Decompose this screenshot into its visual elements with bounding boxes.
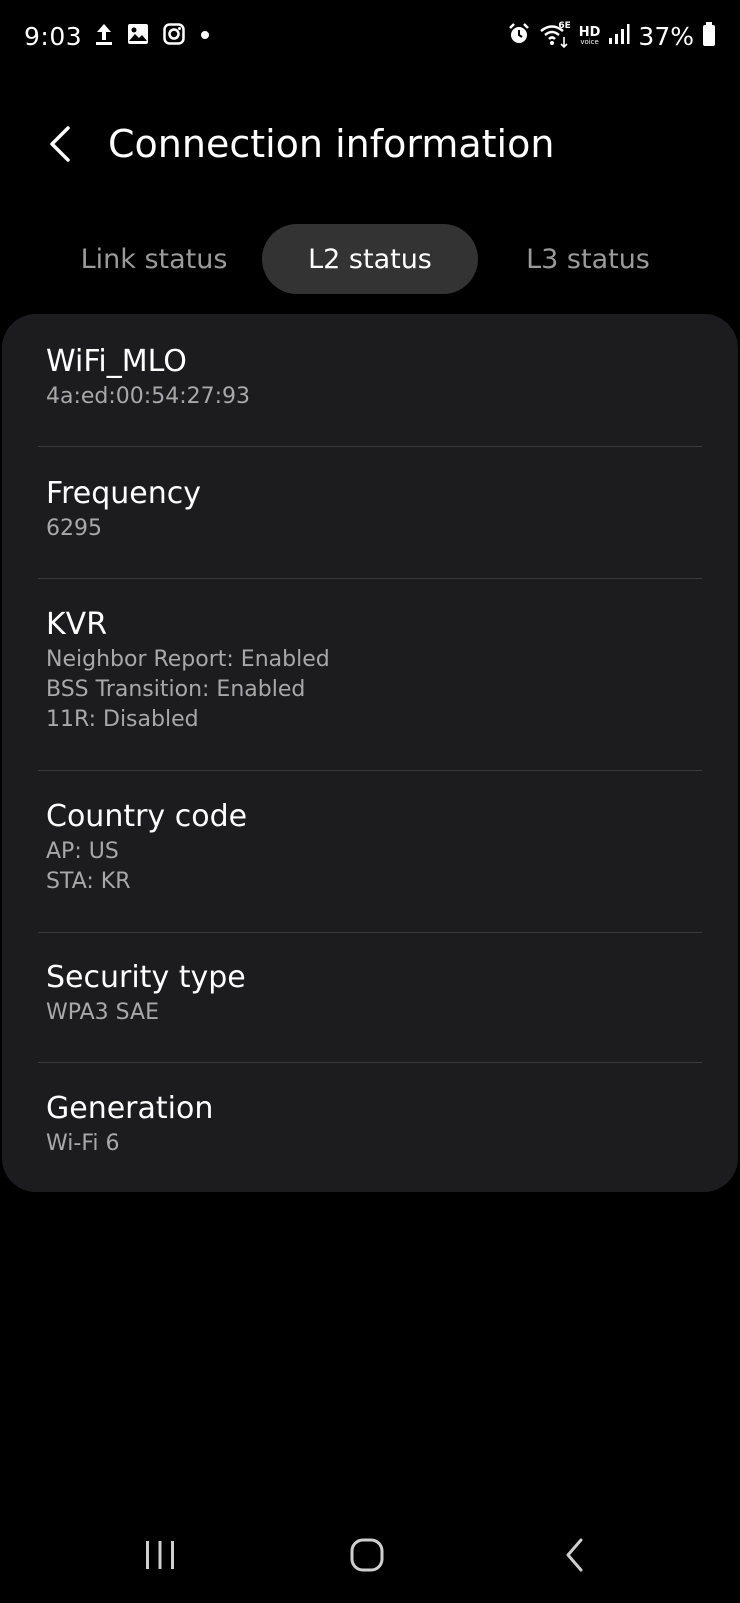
- back-button[interactable]: [36, 120, 84, 168]
- tab-link-status[interactable]: Link status: [44, 224, 264, 294]
- status-bar: 9:03 6E HD voice 37%: [0, 0, 740, 70]
- divider: [38, 578, 702, 579]
- tab-label: L3 status: [526, 243, 650, 275]
- page-title: Connection information: [108, 122, 555, 166]
- detail-title: KVR: [46, 607, 108, 642]
- back-icon: [566, 1538, 583, 1572]
- detail-row-generation: Generation Wi-Fi 6: [38, 1089, 702, 1159]
- instagram-icon: [162, 22, 186, 50]
- detail-title: WiFi_MLO: [46, 344, 187, 379]
- status-right: 6E HD voice 37%: [507, 18, 716, 54]
- status-time: 9:03: [24, 21, 83, 51]
- dot-icon: [198, 27, 212, 46]
- tab-label: L2 status: [308, 243, 432, 275]
- tab-l3-status[interactable]: L3 status: [478, 224, 698, 294]
- detail-title: Generation: [46, 1091, 214, 1126]
- divider: [38, 932, 702, 933]
- detail-value: BSS Transition: Enabled: [46, 677, 306, 702]
- detail-title: Security type: [46, 960, 246, 995]
- detail-value: 4a:ed:00:54:27:93: [46, 384, 251, 409]
- upload-icon: [94, 22, 114, 50]
- detail-title: Frequency: [46, 476, 201, 511]
- tab-label: Link status: [80, 243, 228, 275]
- detail-row-frequency: Frequency 6295: [38, 474, 702, 544]
- detail-value: 11R: Disabled: [46, 707, 199, 732]
- status-left: 9:03: [24, 18, 212, 54]
- header: Connection information: [0, 100, 740, 190]
- chevron-left-icon: [50, 126, 70, 162]
- detail-value: AP: US: [46, 839, 119, 864]
- detail-value: 6295: [46, 516, 102, 541]
- gallery-icon: [126, 22, 150, 50]
- voice-label: voice: [580, 38, 599, 46]
- signal-icon: [608, 22, 630, 50]
- home-icon: [350, 1538, 384, 1572]
- detail-value: STA: KR: [46, 869, 131, 894]
- battery-percent: 37%: [638, 21, 694, 51]
- battery-icon: [702, 21, 716, 51]
- divider: [38, 446, 702, 447]
- detail-row-security-type: Security type WPA3 SAE: [38, 958, 702, 1028]
- detail-value: Neighbor Report: Enabled: [46, 647, 330, 672]
- detail-title: Country code: [46, 799, 248, 834]
- home-button[interactable]: [337, 1530, 397, 1580]
- detail-row-country-code: Country code AP: US STA: KR: [38, 797, 702, 897]
- hd-voice-icon: HD voice: [579, 26, 601, 46]
- details-card: WiFi_MLO 4a:ed:00:54:27:93 Frequency 629…: [2, 314, 738, 1192]
- recents-button[interactable]: [130, 1530, 190, 1580]
- wifi-badge: 6E: [558, 21, 571, 31]
- tab-l2-status[interactable]: L2 status: [262, 224, 478, 294]
- detail-row-wifi-mlo: WiFi_MLO 4a:ed:00:54:27:93: [38, 342, 702, 412]
- detail-value: Wi-Fi 6: [46, 1131, 120, 1156]
- wifi-icon: 6E: [539, 21, 571, 49]
- recents-icon: [146, 1541, 174, 1569]
- tab-bar: Link status L2 status L3 status: [0, 224, 740, 294]
- divider: [38, 770, 702, 771]
- nav-back-button[interactable]: [545, 1530, 605, 1580]
- detail-value: WPA3 SAE: [46, 1000, 159, 1025]
- alarm-icon: [507, 22, 531, 50]
- divider: [38, 1062, 702, 1063]
- detail-row-kvr: KVR Neighbor Report: Enabled BSS Transit…: [38, 605, 702, 735]
- navigation-bar: [0, 1520, 740, 1590]
